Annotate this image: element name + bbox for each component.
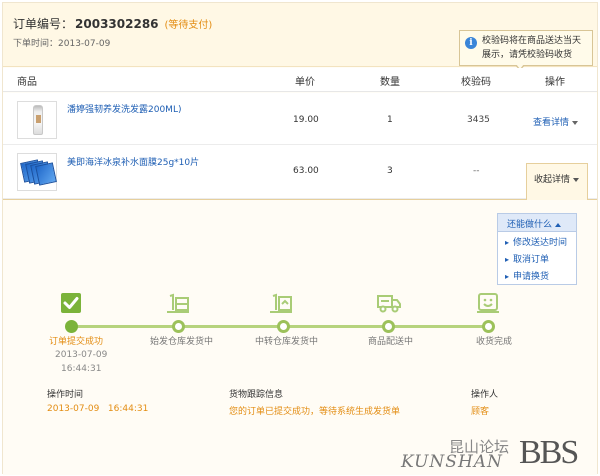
unit-price: 63.00 [293,166,319,176]
progress-node [277,320,290,333]
bullet-icon: ▸ [505,255,510,264]
product-name-link[interactable]: 美即海洋冰泉补水面膜25g*10片 [67,155,199,168]
step-time: 16:44:31 [61,364,102,374]
bullet-icon: ▸ [505,238,510,247]
chevron-down-icon [573,177,580,182]
order-number-line: 订单编号： 2003302286 (等待支付) [13,15,212,32]
product-image[interactable] [17,153,57,191]
log-time: 2013-07-09 16:44:31 [47,404,149,414]
col-price: 单价 [295,77,315,88]
collapse-details-label: 收起详情 [534,175,571,185]
progress-node-done [65,320,78,333]
step-label-received: 收货完成 [476,337,513,347]
smile-icon [477,293,499,313]
log-tracking-info: 您的订单已提交成功，等待系统生成发货单 [229,407,401,417]
quantity: 1 [387,115,393,125]
verification-code-tip: i 校验码将在商品送达当天展示，请凭校验码收货 [459,30,593,71]
tip-text: 校验码将在商品送达当天展示，请凭校验码收货 [482,36,582,60]
check-icon [61,293,81,313]
col-product: 商品 [17,77,37,88]
step-label-submitted: 订单提交成功 [49,337,104,347]
chevron-up-icon [555,222,562,227]
col-code: 校验码 [461,77,491,88]
progress-node [482,320,495,333]
table-row: 潘婷强韧养发洗发露200ML) 19.00 1 3435 查看详情 [3,93,597,145]
log-header-time: 操作时间 [47,390,84,400]
menu-item-cancel-order[interactable]: ▸ 取消订单 [498,249,576,266]
info-icon: i [465,37,477,49]
order-status: (等待支付) [164,20,213,31]
order-detail-panel: 还能做什么 ▸ 修改送达时间 ▸ 取消订单 ▸ 申请换货 订单提交成功 始发仓库… [3,199,597,475]
warehouse-icon [167,293,189,313]
verification-code: -- [473,166,480,176]
product-image[interactable] [17,101,57,139]
step-label-origin-warehouse: 始发仓库发货中 [150,337,214,347]
step-label-transfer-warehouse: 中转仓库发货中 [255,337,319,347]
order-time-line: 下单时间：2013-07-09 [13,36,110,49]
actions-menu: 还能做什么 ▸ 修改送达时间 ▸ 取消订单 ▸ 申请换货 [497,213,577,285]
table-header: 商品 单价 数量 校验码 操作 [3,68,597,92]
bullet-icon: ▸ [505,272,510,281]
view-details-link[interactable]: 查看详情 [533,115,579,128]
table-row: 美即海洋冰泉补水面膜25g*10片 63.00 3 -- [3,145,597,199]
face-mask-pack-icon [20,159,57,186]
order-time: 2013-07-09 [58,39,111,49]
menu-item-label: 申请换货 [513,272,550,282]
col-action: 操作 [545,77,565,88]
order-number-label: 订单编号： [13,17,74,31]
step-date: 2013-07-09 [55,350,108,360]
collapse-details-button[interactable]: 收起详情 [526,163,588,200]
col-qty: 数量 [380,77,400,88]
progress-node [172,320,185,333]
unit-price: 19.00 [293,115,319,125]
actions-menu-toggle[interactable]: 还能做什么 [498,214,576,232]
shampoo-bottle-icon [33,105,43,135]
order-number: 2003302286 [75,17,159,31]
quantity: 3 [387,166,393,176]
menu-item-request-exchange[interactable]: ▸ 申请换货 [498,266,576,283]
truck-icon [377,295,401,313]
menu-item-change-delivery-time[interactable]: ▸ 修改送达时间 [498,232,576,249]
actions-menu-title: 还能做什么 [507,220,553,230]
step-label-delivering: 商品配送中 [368,337,414,347]
order-detail-page: 订单编号： 2003302286 (等待支付) 下单时间：2013-07-09 i … [2,2,598,475]
menu-item-label: 修改送达时间 [513,238,568,248]
log-operator: 顾客 [471,407,490,417]
progress-node [382,320,395,333]
log-header-tracking: 货物跟踪信息 [229,390,284,400]
menu-item-label: 取消订单 [513,255,550,265]
chevron-down-icon [572,120,579,125]
order-time-label: 下单时间： [13,39,59,49]
watermark-en: KUNSHAN [401,452,503,472]
transfer-warehouse-icon [270,293,292,313]
verification-code: 3435 [467,115,490,125]
view-details-label: 查看详情 [533,118,570,128]
watermark-bbs: BBS [519,434,579,471]
product-name-link[interactable]: 潘婷强韧养发洗发露200ML) [67,102,181,115]
log-header-operator: 操作人 [471,390,499,400]
